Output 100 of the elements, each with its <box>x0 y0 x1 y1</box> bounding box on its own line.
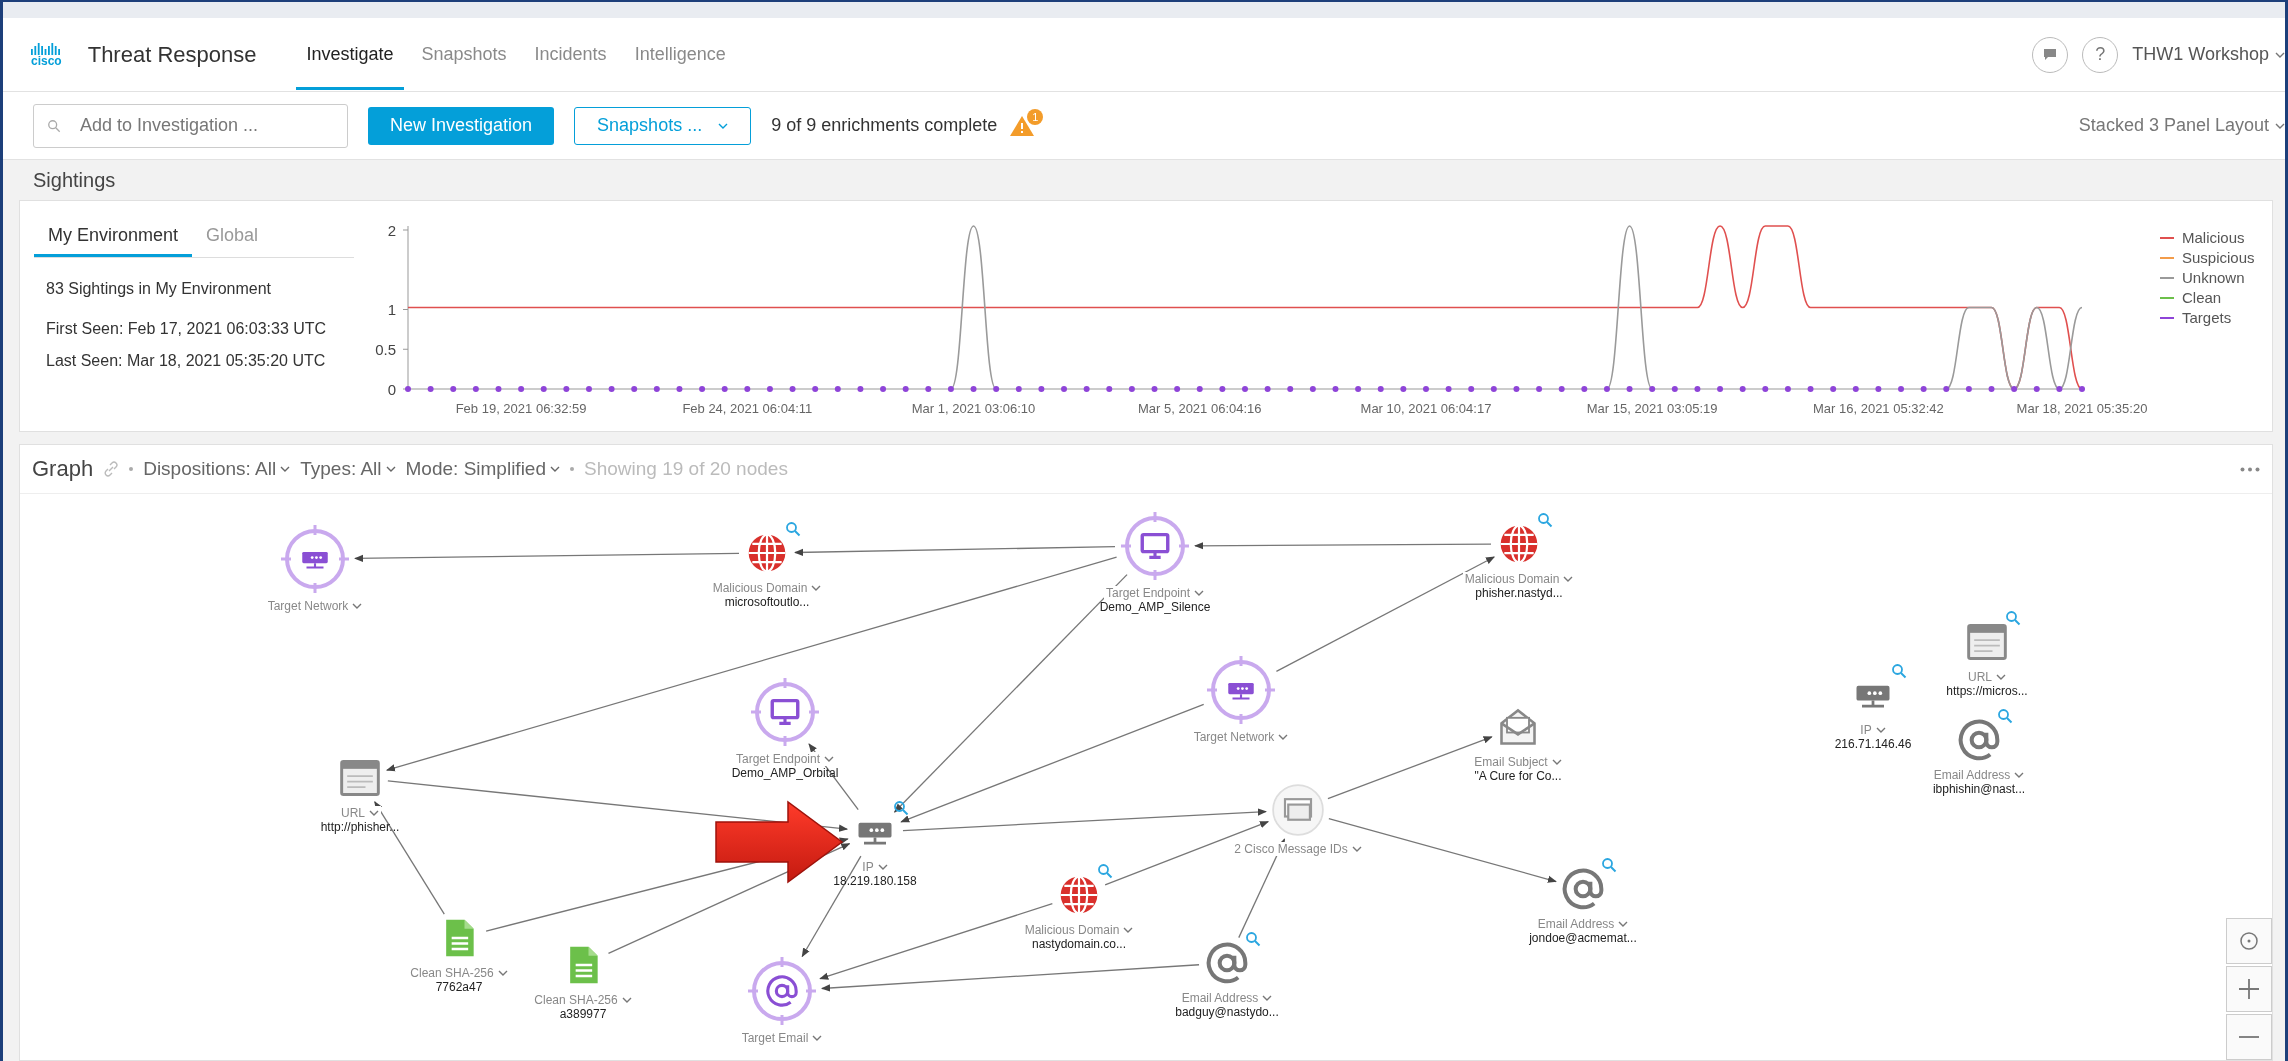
node-value: 18.219.180.158 <box>833 874 917 888</box>
tick-label: 2 <box>387 221 396 239</box>
logo-text: cisco <box>31 54 62 67</box>
legend-label: Malicious <box>2182 229 2245 246</box>
chevron-icon[interactable] <box>2275 51 2285 58</box>
snapshots-dropdown[interactable]: Snapshots ... <box>574 106 752 145</box>
chevron-icon[interactable] <box>1551 759 1562 765</box>
chevron-icon[interactable] <box>497 970 508 976</box>
node-value: microsoftoutlo... <box>724 595 810 609</box>
sightings-count: 83 Sightings in My Environment <box>46 280 272 298</box>
filter-dropdown[interactable]: Types: All <box>300 458 396 480</box>
sightings-tab[interactable]: Global <box>192 219 273 257</box>
node-type-label: IP <box>1860 723 1872 737</box>
nav-tab[interactable]: Intelligence <box>624 19 736 90</box>
email-icon[interactable] <box>1561 867 1605 911</box>
chevron-icon[interactable] <box>877 864 888 870</box>
node-value: https://micros... <box>1946 684 2028 698</box>
chevron-icon[interactable] <box>811 585 822 591</box>
node-type-label: Email Address <box>1933 768 2011 782</box>
chevron-icon[interactable] <box>280 466 291 472</box>
chevron-icon[interactable] <box>812 1035 823 1041</box>
sightings-tab[interactable]: My Environment <box>34 219 193 257</box>
node-type-label: Email Subject <box>1474 755 1548 769</box>
app-title: Threat Response <box>87 41 257 68</box>
nav-tab[interactable]: Investigate <box>296 19 404 90</box>
chevron-icon[interactable] <box>1875 727 1886 733</box>
node-value: badguy@nastydo... <box>1175 1005 1279 1019</box>
first-seen: First Seen: Feb 17, 2021 06:03:33 UTC <box>46 320 328 338</box>
chevron-icon[interactable] <box>1563 576 1574 582</box>
separator-dot-icon <box>570 467 574 471</box>
node-type-label: Target Endpoint <box>1105 586 1191 600</box>
chevron-icon[interactable] <box>718 122 729 129</box>
chevron-icon[interactable] <box>1618 921 1629 927</box>
node-value: ibphishin@nast... <box>1932 782 2026 796</box>
chevron-icon[interactable] <box>2275 122 2285 129</box>
node-type-label: Target Email <box>741 1031 809 1045</box>
chevron-icon[interactable] <box>385 466 396 472</box>
node-value: "A Cure for Co... <box>1474 769 1562 783</box>
node-type-label: Target Endpoint <box>735 752 821 766</box>
search-icon[interactable] <box>893 800 909 816</box>
chevron-icon[interactable] <box>369 810 379 816</box>
minus-icon <box>2238 1035 2260 1039</box>
chevron-icon[interactable] <box>352 603 363 609</box>
node-value: Demo_AMP_Orbital <box>731 766 839 780</box>
tick-label: Feb 19, 2021 06:32:59 <box>455 401 587 416</box>
target-network-icon[interactable] <box>1207 656 1275 724</box>
nav-tab[interactable]: Snapshots <box>411 19 517 90</box>
warning-count: 1 <box>1027 108 1044 125</box>
node-type-label: Malicious Domain <box>1024 923 1120 937</box>
chevron-icon[interactable] <box>824 756 835 762</box>
chevron-icon[interactable] <box>1123 927 1134 933</box>
zoom-in-button[interactable] <box>2226 966 2272 1012</box>
tick-label: 0.5 <box>375 340 396 358</box>
new-investigation-button[interactable]: New Investigation <box>368 106 555 145</box>
chevron-icon[interactable] <box>1996 674 2006 680</box>
target-email-icon[interactable] <box>748 957 816 1025</box>
node-type-label: Clean SHA-256 <box>410 966 494 980</box>
node-value: jondoe@acmemat... <box>1529 931 1637 945</box>
target-endpoint-icon[interactable] <box>751 678 819 746</box>
chevron-icon[interactable] <box>1194 590 1205 596</box>
node-type-label: 2 Cisco Message IDs <box>1234 842 1348 856</box>
node-type-label: Clean SHA-256 <box>534 993 618 1007</box>
separator-dot-icon <box>129 467 134 471</box>
email-icon[interactable] <box>1205 941 1249 985</box>
filter-dropdown[interactable]: Mode: Simplified <box>405 458 560 480</box>
node-type-label: Malicious Domain <box>712 581 808 595</box>
node-type-label: Email Address <box>1181 991 1259 1005</box>
node-type-label: Malicious Domain <box>1464 572 1560 586</box>
chevron-icon[interactable] <box>550 466 560 472</box>
panel-title: Graph <box>32 456 94 482</box>
legend-label: Targets <box>2182 309 2232 326</box>
filter-dropdown[interactable]: Dispositions: All <box>143 458 291 480</box>
email-icon[interactable] <box>1957 718 2001 762</box>
legend-label: Clean <box>2182 289 2222 306</box>
node-value: 216.71.146.46 <box>1834 737 1912 751</box>
message-ids-icon[interactable] <box>1272 784 1324 836</box>
chevron-icon[interactable] <box>1262 995 1273 1001</box>
chevron-icon[interactable] <box>1351 846 1362 852</box>
target-endpoint-icon[interactable] <box>1121 512 1189 580</box>
chevron-icon[interactable] <box>2014 772 2025 778</box>
search-field[interactable]: Add to Investigation ... <box>33 103 348 148</box>
more-icon[interactable] <box>2240 466 2260 472</box>
layout-menu[interactable]: Stacked 3 Panel Layout <box>2078 115 2285 136</box>
help-button[interactable]: ? <box>2082 36 2119 73</box>
chevron-icon[interactable] <box>621 997 632 1003</box>
tick-label: Mar 16, 2021 05:32:42 <box>1813 401 1944 416</box>
target-network-icon[interactable] <box>281 525 349 593</box>
chevron-icon[interactable] <box>1278 734 1289 740</box>
node-type-label: URL <box>1968 670 1992 684</box>
tick-label: Mar 5, 2021 06:04:16 <box>1137 401 1262 416</box>
account-menu[interactable]: THW1 Workshop <box>2132 44 2285 65</box>
legend-label: Unknown <box>2182 269 2245 286</box>
chat-icon <box>2043 48 2058 61</box>
tick-label: 1 <box>387 301 396 318</box>
tick-label: Mar 10, 2021 06:04:17 <box>1360 401 1492 416</box>
recenter-button[interactable] <box>2226 918 2272 964</box>
node-type-label: Target Network <box>1193 730 1275 744</box>
node-type-label: Target Network <box>267 599 349 613</box>
nav-tab[interactable]: Incidents <box>524 19 617 90</box>
node-value: phisher.nastyd... <box>1475 586 1563 600</box>
